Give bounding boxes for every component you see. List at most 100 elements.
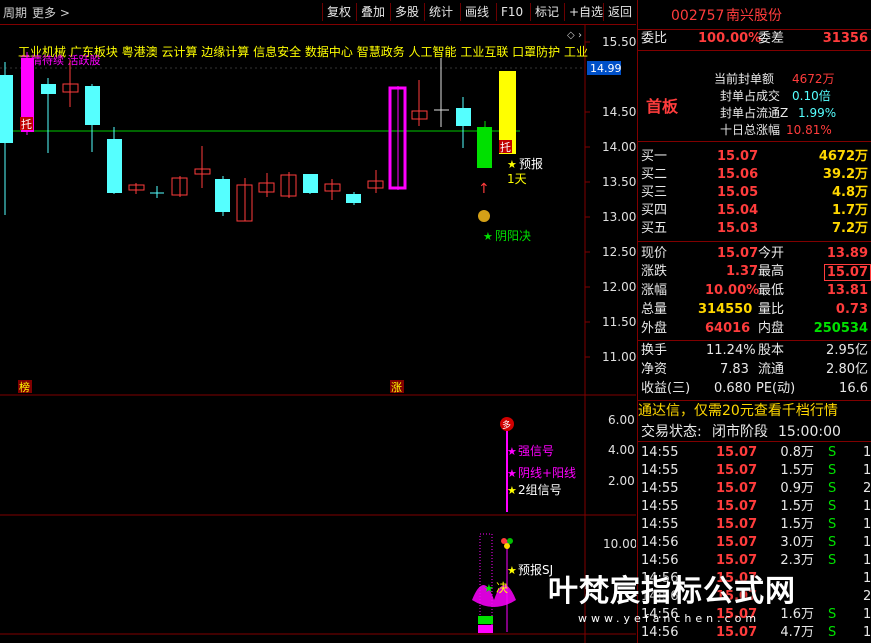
candle (303, 174, 318, 193)
star-icon: ★ (484, 582, 494, 595)
tick-n: 2 (863, 481, 871, 496)
tick-n: 1 (863, 571, 871, 586)
candles (0, 52, 516, 222)
tick-vol: 4.7万 (780, 625, 814, 640)
tick-row: 14:55 15.07 1.5万 S 1 (638, 462, 871, 480)
shouban-item: 当前封单额 4672万 (714, 72, 835, 86)
tick-n: 1 (863, 607, 871, 622)
shouban-item: 封单占成交 0.10倍 (720, 89, 831, 103)
yinyang-label: 阴阳决 (495, 229, 531, 243)
stock-header: 002757 南兴股份 (638, 7, 871, 27)
trade-status: 交易状态: 闭市阶段 15:00:00 (641, 424, 841, 440)
tick-n: 1 (863, 553, 871, 568)
candle (346, 194, 361, 203)
star-icon: ★ (507, 158, 517, 171)
price-tick: 13.00 (602, 210, 636, 224)
quote-row: 现价 15.07 今开 13.89 (641, 246, 868, 261)
quote-row: 总量 314550 量比 0.73 (641, 302, 868, 317)
tick-bs: S (828, 607, 837, 622)
money-bag-icon (478, 210, 490, 222)
tick-price: 15.07 (716, 517, 758, 532)
tick-time: 14:55 (641, 463, 679, 478)
quote-panel: 002757 南兴股份 委比 100.00% 委差 31356 首板 当前封单额… (637, 0, 871, 643)
upgrade-ad-link[interactable]: 通达信，仅需20元查看千档行情 (638, 402, 871, 420)
day-label: 1天 (507, 172, 527, 186)
candle (85, 86, 100, 125)
shouban-item: 封单占流通Z 1.99% (720, 106, 837, 120)
tick-row: 14:55 15.07 0.9万 S 2 (638, 480, 871, 498)
tick-row: 14:56 15.07 4.7万 S 1 (638, 624, 871, 642)
flower-icon (507, 538, 513, 544)
diamond-icon[interactable]: ◇ (567, 30, 575, 41)
candle (41, 84, 56, 94)
chart-toolbar: 周期 更多 > 复权 叠加 多股 统计 画线 F10 标记 +自选 返回 (0, 0, 636, 25)
star-icon: ★ (507, 484, 517, 497)
tick-bs: S (828, 499, 837, 514)
concept-tags: 工业机械 广东板块 粤港澳 云计算 边缘计算 信息安全 数据中心 智慧政务 人工… (18, 44, 588, 59)
fuquan-button[interactable]: 复权 (322, 3, 355, 21)
draw-line-button[interactable]: 画线 (460, 3, 493, 21)
tick-bs: S (828, 463, 837, 478)
ind2-signal: 决 (496, 581, 508, 595)
fin-row: 换手 11.24% 股本 2.95亿 (641, 343, 868, 358)
quote-row: 涨幅 10.00% 最低 13.81 (641, 283, 868, 298)
tick-n: 2 (863, 589, 871, 604)
candle (456, 108, 471, 126)
fin-row: 净资 7.83 流通 2.80亿 (641, 362, 868, 377)
tick-n: 1 (863, 517, 871, 532)
statistics-button[interactable]: 统计 (424, 3, 457, 21)
tick-price: 15.07 (716, 625, 758, 640)
add-watchlist-button[interactable]: +自选 (564, 3, 607, 21)
tick-bs: S (828, 553, 837, 568)
tick-vol: 1.5万 (780, 463, 814, 478)
tick-bs: S (828, 625, 837, 640)
kline-chart[interactable]: ◇ › 工业机械 广东板块 粤港澳 云计算 边缘计算 信息安全 数据中心 智慧政… (0, 24, 636, 643)
tick-vol: 0.9万 (780, 481, 814, 496)
star-icon: ★ (483, 230, 493, 243)
flower-icon (501, 538, 507, 544)
tick-time: 14:55 (641, 445, 679, 460)
ind1-signal: 2组信号 (518, 483, 562, 497)
back-button[interactable]: 返回 (603, 3, 636, 21)
tick-n: 1 (863, 463, 871, 478)
watermark-title: 叶梵宸指标公式网 (548, 574, 796, 609)
overlay-button[interactable]: 叠加 (356, 3, 389, 21)
multi-stock-button[interactable]: 多股 (390, 3, 423, 21)
tick-vol: 1.5万 (780, 517, 814, 532)
candle (0, 75, 13, 143)
price-tick: 15.50 (602, 35, 636, 49)
more-button[interactable]: 更多 > (32, 4, 70, 21)
tick-price: 15.07 (716, 463, 758, 478)
f10-button[interactable]: F10 (496, 3, 527, 21)
tick-bs: S (828, 481, 837, 496)
price-tick: 11.50 (602, 315, 636, 329)
lotus-icon (472, 585, 516, 607)
price-tick: 14.00 (602, 140, 636, 154)
tick-vol: 3.0万 (780, 535, 814, 550)
tick-bs: S (828, 535, 837, 550)
tick-n: 1 (863, 625, 871, 640)
weibi-row: 委比 100.00% 委差 31356 (641, 31, 868, 46)
ind1-tick: 2.00 (608, 474, 635, 488)
candle (107, 139, 122, 193)
tick-vol: 1.5万 (780, 499, 814, 514)
tick-bs: S (828, 517, 837, 532)
mark-button[interactable]: 标记 (530, 3, 563, 21)
ind2-tick: 10.00 (603, 537, 636, 551)
price-tick: 12.00 (602, 280, 636, 294)
tick-time: 14:56 (641, 535, 679, 550)
tick-row: 14:56 15.07 3.0万 S 1 (638, 534, 871, 552)
chevron-right-icon[interactable]: › (578, 30, 582, 41)
ind1-tick: 4.00 (608, 443, 635, 457)
star-icon: ★ (507, 445, 517, 458)
star-icon: ★ (507, 564, 517, 577)
ind1-tick: 6.00 (608, 413, 635, 427)
zhang-badge-label: 涨 (391, 381, 402, 394)
tick-n: 1 (863, 535, 871, 550)
current-price-tag-label: 14.99 (590, 62, 622, 75)
bid-row: 买五 15.03 7.2万 (641, 221, 868, 236)
ind1-signal: 强信号 (518, 444, 554, 458)
period-button[interactable]: 周期 (3, 4, 27, 21)
shouban-item: 十日总涨幅 10.81% (720, 123, 832, 137)
tick-time: 14:55 (641, 481, 679, 496)
